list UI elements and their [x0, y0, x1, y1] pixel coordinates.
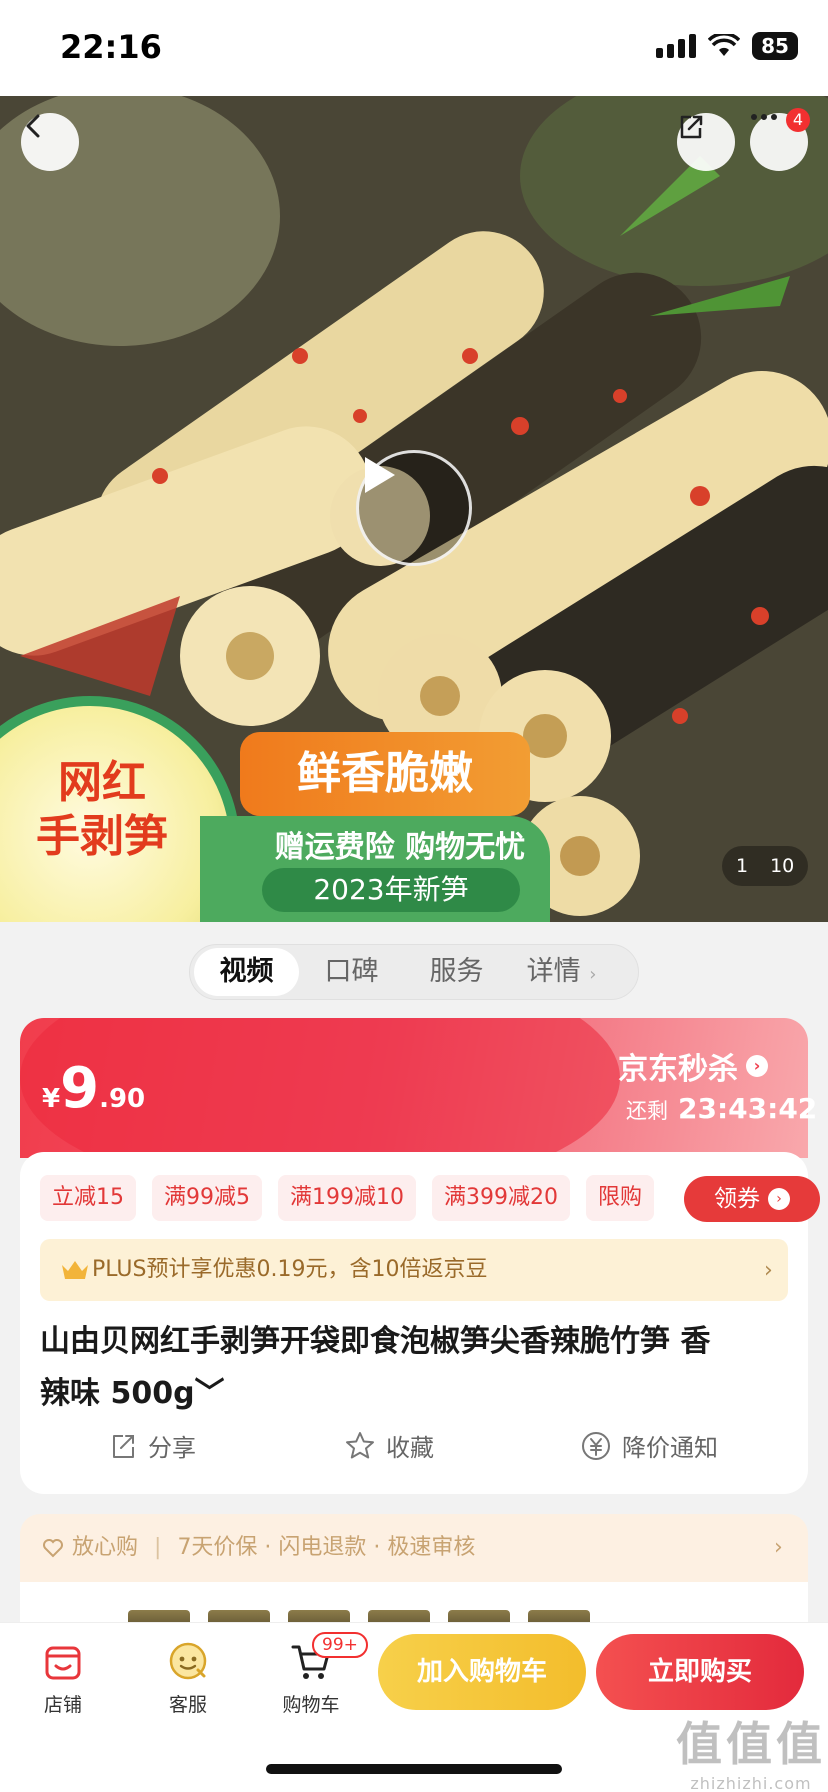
coupon-tag[interactable]: 限购	[586, 1175, 655, 1221]
play-video-button[interactable]	[356, 450, 472, 566]
share-icon	[113, 1434, 134, 1458]
nav-customer-service[interactable]: 客服	[143, 1640, 233, 1717]
nav-store-label: 店铺	[43, 1694, 82, 1716]
coupon-tag[interactable]: 满199减10	[278, 1175, 416, 1221]
assurance-bar[interactable]: 放心购 | 7天价保 · 闪电退款 · 极速审核 ›	[20, 1514, 808, 1582]
chevron-right-icon: ›	[764, 1258, 773, 1283]
seckill-label: 京东秒杀	[618, 1052, 738, 1087]
promo-subtitle: 赠运费险 购物无忧	[274, 830, 526, 865]
assurance-divider: |	[154, 1535, 162, 1560]
product-actions: 分享 收藏 降价通知	[40, 1428, 788, 1468]
status-time: 22:16	[60, 28, 162, 66]
signal-icon	[656, 34, 696, 58]
coupon-tag[interactable]: 满99减5	[152, 1175, 262, 1221]
countdown-label: 还剩	[626, 1099, 668, 1123]
tab-details-label: 详情	[526, 956, 581, 987]
chevron-right-icon: ›	[774, 1535, 783, 1560]
chevron-right-circle-icon: ›	[746, 1055, 768, 1077]
promo-title-line1: 网红	[58, 757, 146, 808]
assurance-label: 放心购	[72, 1535, 139, 1560]
price-decimal: .90	[99, 1084, 146, 1114]
crown-icon	[62, 1261, 88, 1279]
nav-customer-service-label: 客服	[168, 1694, 207, 1716]
favorite-action-label: 收藏	[386, 1434, 434, 1462]
star-icon	[346, 1431, 374, 1458]
tab-reviews[interactable]: 口碑	[299, 948, 404, 996]
more-dots-icon	[751, 114, 777, 120]
store-icon	[45, 1646, 81, 1680]
content-tabs: 视频 口碑 服务 详情 ›	[189, 944, 639, 1000]
price-drop-action[interactable]: 降价通知	[580, 1428, 718, 1463]
tab-video[interactable]: 视频	[194, 948, 299, 996]
plus-benefit-bar[interactable]: PLUS预计享优惠0.19元，含10倍返京豆	[40, 1239, 788, 1301]
product-title-line2: 辣味 500g﹀	[40, 1376, 225, 1411]
share-button[interactable]	[677, 113, 735, 171]
chevron-right-circle-icon: ›	[768, 1188, 790, 1210]
back-button[interactable]	[21, 113, 79, 171]
customer-service-icon	[169, 1642, 207, 1680]
get-coupon-button[interactable]: 领券 ›	[684, 1176, 820, 1222]
product-title[interactable]: 山由贝网红手剥笋开袋即食泡椒笋尖香辣脆竹笋 香 辣味 500g﹀	[40, 1316, 788, 1420]
chevron-right-icon: ›	[589, 964, 597, 985]
share-action-label: 分享	[148, 1434, 196, 1462]
seckill-link[interactable]: 京东秒杀 ›	[618, 1044, 768, 1088]
more-badge: 4	[786, 108, 810, 132]
chevron-left-icon	[26, 114, 40, 138]
price: ¥9.90	[42, 1056, 145, 1121]
status-bar: 22:16 85	[0, 0, 828, 96]
image-current: 1	[736, 855, 749, 877]
countdown-time: 23:43:42	[678, 1092, 818, 1125]
product-hero-image[interactable]: 4 网红 手剥笋 鲜香脆嫩 赠运费险 购物无忧 2023年新笋 1 10	[0, 96, 828, 922]
cart-count-badge: 99+	[312, 1632, 368, 1658]
wifi-icon	[708, 34, 740, 56]
countdown: 还剩 23:43:42	[626, 1092, 817, 1125]
status-icons: 85	[656, 32, 798, 60]
image-counter: 1 10	[722, 846, 809, 886]
favorite-action[interactable]: 收藏	[344, 1428, 434, 1463]
product-title-line1: 山由贝网红手剥笋开袋即食泡椒笋尖香辣脆竹笋 香	[40, 1324, 711, 1359]
promo-banner: 鲜香脆嫩	[240, 732, 530, 816]
price-drop-icon	[582, 1431, 610, 1460]
price-currency: ¥	[42, 1084, 61, 1114]
home-indicator[interactable]	[266, 1764, 562, 1774]
promo-title-line2: 手剥笋	[36, 811, 168, 862]
promo-title: 网红 手剥笋	[12, 756, 192, 864]
get-coupon-label: 领券	[714, 1186, 760, 1212]
promo-year-tag: 2023年新笋	[262, 868, 520, 912]
nav-store[interactable]: 店铺	[18, 1640, 108, 1717]
share-icon	[680, 115, 703, 139]
buy-now-button[interactable]: 立即购买	[596, 1634, 804, 1710]
heart-icon	[43, 1539, 63, 1558]
tab-details[interactable]: 详情 ›	[509, 948, 614, 996]
battery-indicator: 85	[752, 32, 798, 60]
site-watermark: 值值值 zhizhizhi.com	[676, 1708, 826, 1792]
coupon-tag[interactable]: 满399减20	[432, 1175, 570, 1221]
watermark-logo: 值值值	[676, 1717, 826, 1771]
coupon-tag[interactable]: 立减15	[40, 1175, 136, 1221]
assurance-items: 7天价保 · 闪电退款 · 极速审核	[177, 1535, 476, 1560]
price-integer: 9	[60, 1056, 100, 1121]
tab-service[interactable]: 服务	[404, 948, 509, 996]
image-total: 10	[770, 855, 795, 877]
share-action[interactable]: 分享	[108, 1428, 196, 1463]
play-icon	[365, 457, 395, 493]
add-to-cart-button[interactable]: 加入购物车	[378, 1634, 586, 1710]
nav-cart-label: 购物车	[282, 1694, 340, 1716]
coupon-list: 立减15 满99减5 满199减10 满399减20 限购	[40, 1175, 655, 1221]
watermark-domain: zhizhizhi.com	[690, 1774, 812, 1792]
price-drop-action-label: 降价通知	[622, 1434, 718, 1462]
